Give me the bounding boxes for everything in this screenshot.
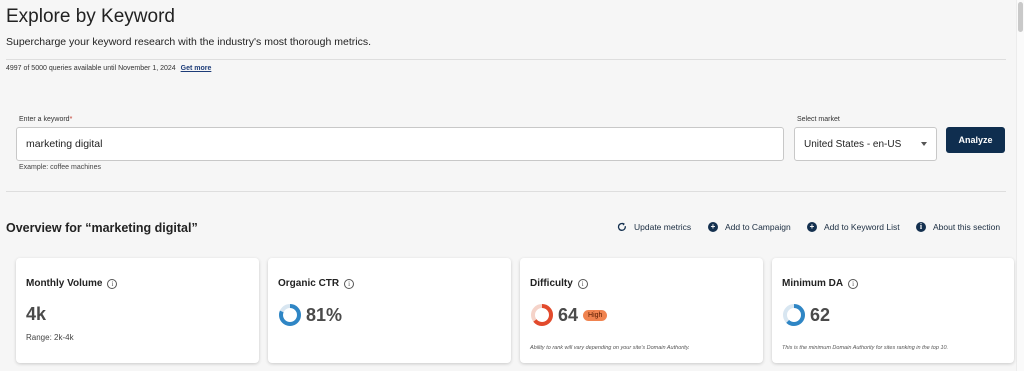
monthly-volume-value-row: 4k — [26, 304, 46, 325]
about-section-button[interactable]: i About this section — [916, 222, 1000, 232]
page-subtitle: Supercharge your keyword research with t… — [6, 36, 371, 48]
required-mark: * — [69, 116, 73, 123]
info-icon[interactable]: i — [107, 278, 118, 289]
minimum-da-value: 62 — [810, 304, 831, 325]
monthly-volume-value: 4k — [26, 304, 47, 324]
add-to-keyword-list-button[interactable]: + Add to Keyword List — [807, 222, 900, 232]
info-icon[interactable]: i — [848, 278, 859, 289]
add-to-campaign-label: Add to Campaign — [725, 222, 791, 232]
monthly-volume-title-text: Monthly Volume — [26, 278, 103, 289]
difficulty-badge: High — [583, 309, 608, 321]
keyword-label-text: Enter a keyword — [19, 116, 70, 123]
difficulty-note: Ability to rank will vary depending on y… — [530, 345, 690, 351]
add-to-keyword-list-label: Add to Keyword List — [824, 222, 900, 232]
difficulty-card: Difficulty i 64 High Ability to rank will… — [520, 258, 763, 363]
plus-circle-icon: + — [708, 222, 718, 232]
quota-text: 4997 of 5000 queries available until Nov… — [6, 65, 176, 72]
minimum-da-title: Minimum DA i — [782, 278, 859, 289]
chevron-down-icon — [921, 142, 927, 146]
page-title: Explore by Keyword — [6, 6, 175, 27]
search-divider — [6, 191, 1006, 192]
ctr-gauge-icon — [279, 304, 301, 326]
da-gauge-icon — [783, 304, 805, 326]
keyword-input[interactable] — [16, 127, 784, 161]
keyword-example: Example: coffee machines — [19, 164, 101, 171]
overview-title: Overview for “marketing digital” — [6, 221, 198, 235]
market-select[interactable]: United States - en-US — [794, 127, 937, 161]
about-section-label: About this section — [933, 222, 1001, 232]
update-metrics-label: Update metrics — [634, 222, 692, 232]
refresh-icon — [617, 222, 626, 231]
scrollbar-thumb[interactable] — [1018, 2, 1023, 32]
minimum-da-note: This is the minimum Domain Authority for… — [782, 345, 949, 351]
add-to-campaign-button[interactable]: + Add to Campaign — [708, 222, 791, 232]
difficulty-gauge-icon — [531, 304, 553, 326]
difficulty-title: Difficulty i — [530, 278, 588, 289]
difficulty-value: 64 — [558, 304, 579, 325]
minimum-da-title-text: Minimum DA — [782, 278, 844, 289]
get-more-link[interactable]: Get more — [181, 65, 212, 72]
organic-ctr-card: Organic CTR i 81% — [268, 258, 511, 363]
organic-ctr-value: 81% — [306, 304, 343, 325]
organic-ctr-title: Organic CTR i — [278, 278, 355, 289]
monthly-volume-title: Monthly Volume i — [26, 278, 118, 289]
monthly-volume-range: Range: 2k-4k — [26, 333, 74, 342]
page-scrollbar[interactable] — [1016, 0, 1024, 371]
organic-ctr-title-text: Organic CTR — [278, 278, 340, 289]
query-quota: 4997 of 5000 queries available until Nov… — [6, 65, 211, 72]
difficulty-title-text: Difficulty — [530, 278, 573, 289]
keyword-label: Enter a keyword* — [19, 116, 72, 123]
info-icon[interactable]: i — [577, 278, 588, 289]
difficulty-value-row: 64 High — [530, 303, 608, 327]
update-metrics-button[interactable]: Update metrics — [617, 222, 691, 232]
monthly-volume-card: Monthly Volume i 4k Range: 2k-4k — [16, 258, 259, 363]
minimum-da-value-row: 62 — [782, 303, 830, 327]
info-icon[interactable]: i — [344, 278, 355, 289]
plus-circle-icon: + — [807, 222, 817, 232]
minimum-da-card: Minimum DA i 62 This is the minimum Domai… — [772, 258, 1014, 363]
info-circle-icon: i — [916, 222, 926, 232]
market-label: Select market — [797, 116, 840, 123]
organic-ctr-value-row: 81% — [278, 303, 342, 327]
market-value: United States - en-US — [804, 138, 902, 150]
header-divider — [6, 59, 1006, 60]
analyze-button[interactable]: Analyze — [946, 127, 1005, 153]
